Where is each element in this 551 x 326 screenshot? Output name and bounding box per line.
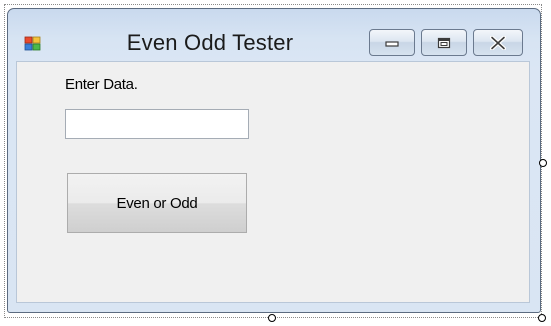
enter-data-label: Enter Data. <box>65 76 138 93</box>
window-title: Even Odd Tester <box>126 30 294 55</box>
form-window[interactable]: Even Odd Tester Enter Data. Even or Odd <box>7 8 541 313</box>
form-client-area: Enter Data. Even or Odd <box>16 61 530 303</box>
title-bar[interactable]: Even Odd Tester <box>8 9 540 61</box>
maximize-button[interactable] <box>421 29 467 56</box>
right-resize-handle[interactable] <box>539 159 547 167</box>
even-or-odd-button[interactable]: Even or Odd <box>67 173 247 233</box>
minimize-icon <box>385 40 399 47</box>
minimize-button[interactable] <box>369 29 415 56</box>
corner-resize-handle[interactable] <box>538 314 546 322</box>
bottom-resize-handle[interactable] <box>268 314 276 322</box>
maximize-icon <box>437 37 451 48</box>
close-button[interactable] <box>473 29 523 56</box>
close-icon <box>490 35 506 50</box>
data-input[interactable] <box>65 109 249 139</box>
